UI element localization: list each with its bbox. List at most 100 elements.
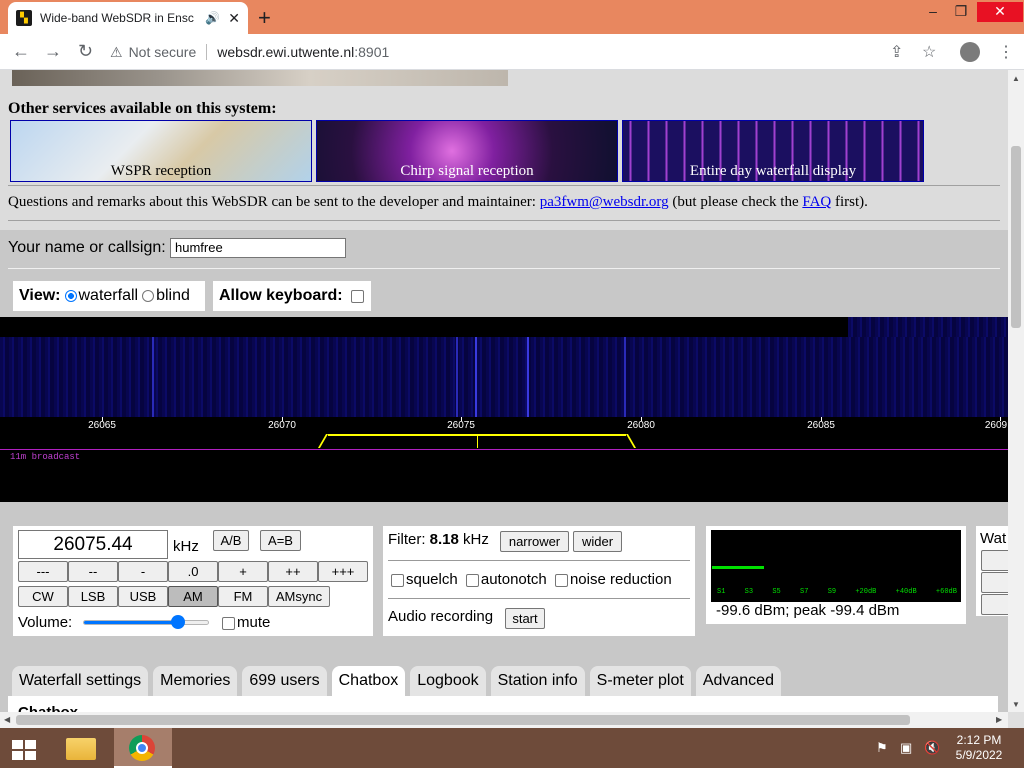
vertical-scroll-thumb[interactable] [1011,146,1021,328]
smeter-display: S1 S3 S5 S7 S9 +20dB +40dB +60dB [711,530,961,602]
network-icon[interactable]: ▣ [900,740,912,756]
partial-button[interactable] [981,572,1008,593]
back-arrow-icon[interactable]: ← [12,41,30,62]
step-round-button[interactable]: .0 [168,561,218,582]
tick-label: 26085 [807,420,835,431]
tick-label: 26080 [627,420,655,431]
system-clock[interactable]: 2:12 PM 5/9/2022 [952,733,1006,763]
step-plus3-button[interactable]: +++ [318,561,368,582]
horizontal-scroll-thumb[interactable] [16,715,910,725]
a-equals-b-button[interactable]: A=B [260,530,301,551]
keyboard-label: Allow keyboard: [219,287,343,304]
step-minus3-button[interactable]: --- [18,561,68,582]
tick-label: 26075 [447,420,475,431]
narrower-button[interactable]: narrower [500,531,569,552]
wspr-reception-link[interactable]: WSPR reception [10,120,312,182]
waterfall-display[interactable] [0,317,1008,417]
mode-usb-button[interactable]: USB [118,586,168,607]
mute-checkbox[interactable] [222,616,235,630]
browser-titlebar: ▚ Wide-band WebSDR in Ensc 🔊 ✕ + – ❐ ✕ [0,0,1024,34]
signal-line [624,337,626,417]
blind-radio[interactable] [142,290,155,302]
speaker-icon[interactable]: 🔊 [205,11,220,25]
divider [8,185,1000,186]
tab-logbook[interactable]: Logbook [410,666,486,696]
file-explorer-icon[interactable] [62,732,100,766]
volume-label: Volume: [18,614,73,631]
scroll-down-arrow-icon[interactable]: ▼ [1012,700,1020,709]
partial-button[interactable] [981,550,1008,571]
scroll-left-arrow-icon[interactable]: ◀ [4,715,10,724]
mode-fm-button[interactable]: FM [218,586,268,607]
questions-text: Questions and remarks about this WebSDR … [8,194,868,211]
noise-reduction-checkbox[interactable] [554,573,568,587]
smeter-label: S5 [772,588,781,596]
tick-label: 26065 [88,420,116,431]
tab-memories[interactable]: Memories [153,666,238,696]
browser-tab[interactable]: ▚ Wide-band WebSDR in Ensc 🔊 ✕ [8,2,248,34]
keyboard-checkbox[interactable] [350,289,364,303]
view-box: View: waterfall blind [13,281,205,311]
day-waterfall-link[interactable]: Entire day waterfall display [622,120,924,182]
ab-button[interactable]: A/B [213,530,249,551]
chrome-icon [129,735,155,761]
tab-smeter-plot[interactable]: S-meter plot [589,666,691,696]
smeter-label: +20dB [855,588,877,596]
waterfall-radio[interactable] [64,290,77,302]
squelch-checkbox[interactable] [391,573,404,587]
band-label: 11m broadcast [10,452,81,462]
wider-button[interactable]: wider [573,531,622,552]
tab-close-icon[interactable]: ✕ [228,10,240,27]
email-link[interactable]: pa3fwm@websdr.org [540,194,669,210]
step-minus2-button[interactable]: -- [68,561,118,582]
faq-link[interactable]: FAQ [802,194,831,210]
reload-icon[interactable]: ↻ [78,41,93,62]
scroll-right-arrow-icon[interactable]: ▶ [996,715,1002,724]
window-close-button[interactable]: ✕ [977,2,1023,22]
frequency-scale[interactable]: 26065 26070 26075 26080 26085 2609 11m b… [0,417,1008,502]
partial-button[interactable] [981,594,1008,615]
tab-chatbox[interactable]: Chatbox [331,666,406,696]
address-bar[interactable]: ⚠ Not secure websdr.ewi.utwente.nl:8901 [110,39,950,65]
smeter-label: S9 [827,588,837,596]
volume-slider[interactable] [83,620,209,625]
autonotch-checkbox[interactable] [465,573,479,587]
smeter-label: S3 [744,588,754,596]
scroll-up-arrow-icon[interactable]: ▲ [1012,74,1020,83]
chirp-reception-link[interactable]: Chirp signal reception [316,120,618,182]
step-plus2-button[interactable]: ++ [268,561,318,582]
websdr-favicon-icon: ▚ [16,10,32,26]
bookmark-star-icon[interactable]: ☆ [922,42,936,62]
signal-line [152,337,154,417]
step-plus1-button[interactable]: + [218,561,268,582]
tab-advanced[interactable]: Advanced [695,666,781,696]
menu-kebab-icon[interactable]: ⋮ [998,42,1014,62]
frequency-input[interactable]: 26075.44 [18,530,168,559]
mode-am-button[interactable]: AM [168,586,218,607]
filter-label: Filter: [388,531,426,548]
callsign-input[interactable]: humfree [170,238,346,258]
autonotch-label: autonotch [480,571,547,588]
forward-arrow-icon[interactable]: → [44,41,62,62]
tab-users[interactable]: 699 users [242,666,327,696]
not-secure-label: Not secure [128,44,197,60]
partial-panel-label: Wat [980,530,1007,547]
mute-control: mute [222,614,270,631]
mode-amsync-button[interactable]: AMsync [268,586,330,607]
recording-start-button[interactable]: start [505,608,545,629]
tab-station-info[interactable]: Station info [490,666,585,696]
volume-muted-icon[interactable]: 🔇 [924,740,940,756]
windows-start-icon[interactable] [12,740,36,760]
smeter-reading: -99.6 dBm; peak -99.4 dBm [716,602,900,619]
tab-waterfall-settings[interactable]: Waterfall settings [12,666,149,696]
volume-slider-handle[interactable] [171,615,185,629]
mode-cw-button[interactable]: CW [18,586,68,607]
chrome-taskbar-button[interactable] [114,728,172,768]
flag-icon[interactable]: ⚑ [876,740,888,756]
profile-avatar[interactable] [960,42,980,62]
mode-lsb-button[interactable]: LSB [68,586,118,607]
tick-label: 2609 [984,420,1008,431]
new-tab-button[interactable]: + [258,5,271,31]
share-icon[interactable]: ⇪ [890,42,903,62]
step-minus1-button[interactable]: - [118,561,168,582]
